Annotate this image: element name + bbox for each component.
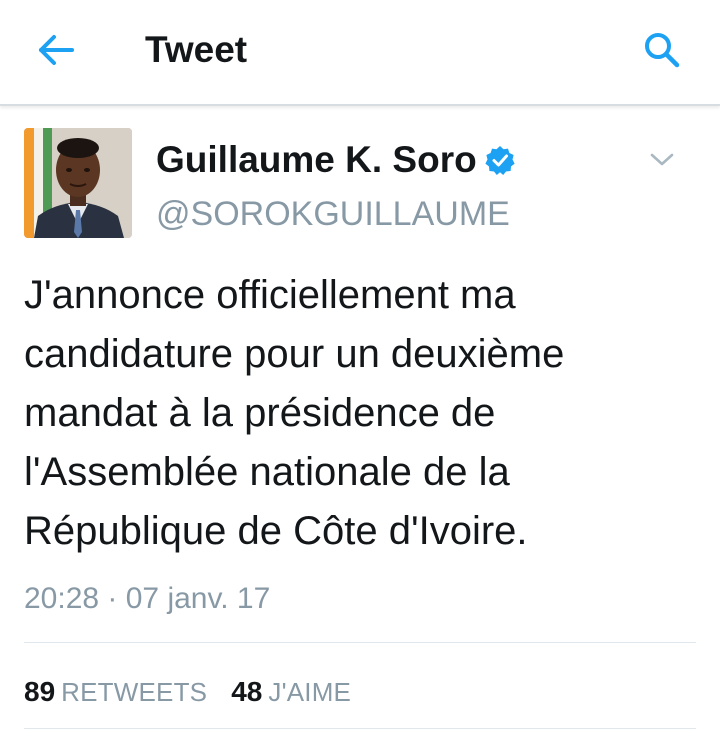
tweet-text: J'annonce officiellement ma candidature … bbox=[24, 273, 565, 553]
retweets-label: RETWEETS bbox=[61, 677, 208, 707]
chevron-down-icon bbox=[650, 153, 674, 166]
search-button[interactable] bbox=[636, 26, 688, 74]
divider bbox=[24, 728, 696, 729]
retweets-count: 89 bbox=[24, 676, 56, 707]
likes-count: 48 bbox=[231, 676, 263, 707]
avatar-image bbox=[24, 128, 132, 238]
retweets-stat[interactable]: 89 RETWEETS bbox=[24, 676, 207, 708]
search-icon bbox=[645, 33, 680, 68]
page-title: Tweet bbox=[145, 29, 248, 70]
tweet-detail-page: Tweet Guillaume K. Soro @SOROKGUILLAUME … bbox=[0, 0, 720, 738]
divider bbox=[24, 642, 696, 643]
author-name[interactable]: Guillaume K. Soro bbox=[156, 139, 477, 181]
author-name-row[interactable]: Guillaume K. Soro bbox=[156, 136, 515, 184]
avatar[interactable] bbox=[24, 128, 132, 238]
tweet-menu-button[interactable] bbox=[640, 142, 684, 178]
verified-badge-icon bbox=[485, 146, 515, 175]
arrow-left-icon bbox=[39, 35, 74, 65]
author-handle[interactable]: @SOROKGUILLAUME bbox=[156, 192, 510, 236]
likes-stat[interactable]: 48 J'AIME bbox=[231, 676, 351, 708]
tweet-stats: 89 RETWEETS 48 J'AIME bbox=[24, 670, 375, 714]
likes-label: J'AIME bbox=[268, 677, 352, 707]
back-button[interactable] bbox=[30, 28, 82, 72]
top-app-bar: Tweet bbox=[0, 0, 720, 106]
tweet-timestamp: 20:28 · 07 janv. 17 bbox=[24, 582, 271, 615]
